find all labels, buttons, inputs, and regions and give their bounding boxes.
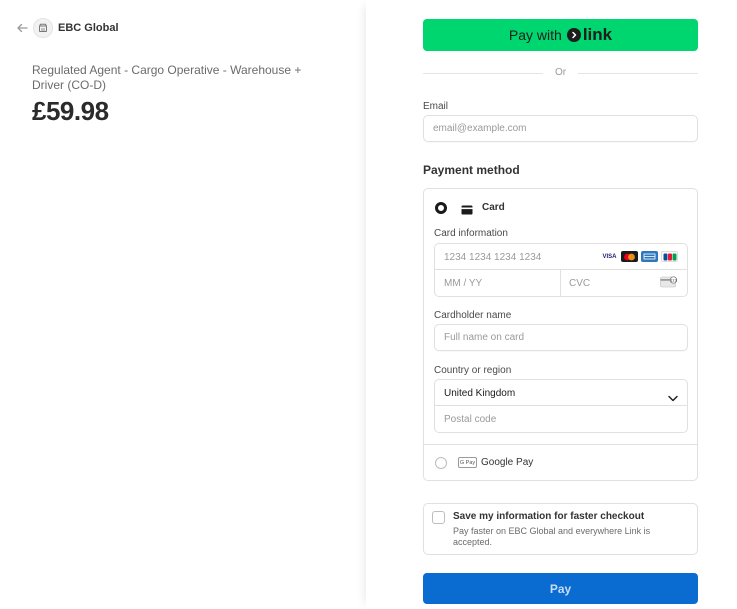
cardholder-label: Cardholder name (434, 310, 512, 321)
country-label: Country or region (434, 365, 512, 376)
google-pay-label[interactable]: Google Pay (481, 457, 533, 468)
card-option-label[interactable]: Card (482, 202, 505, 213)
save-info-title[interactable]: Save my information for faster checkout (453, 511, 644, 522)
country-select[interactable]: United Kingdom (435, 380, 687, 406)
expiry-cvc-divider (560, 270, 561, 296)
chevron-down-icon (668, 389, 678, 407)
amex-icon (641, 251, 658, 262)
save-info-box: Save my information for faster checkout … (423, 503, 698, 555)
save-info-description: Pay faster on EBC Global and everywhere … (453, 526, 651, 547)
google-pay-icon: G Pay (458, 457, 477, 468)
payment-form-pane: Pay with link Or Email email@example.com… (366, 0, 737, 609)
card-information-label: Card information (434, 228, 508, 239)
google-pay-radio[interactable] (435, 457, 447, 469)
pay-with-link-button[interactable]: Pay with link (423, 19, 698, 51)
country-postal-group: United Kingdom Postal code (434, 379, 688, 433)
divider-line-right (578, 73, 698, 74)
pay-button[interactable]: Pay (423, 573, 698, 604)
visa-icon: VISA (601, 251, 618, 262)
country-value: United Kingdom (444, 388, 516, 399)
order-summary-pane: EBC Global Regulated Agent - Cargo Opera… (0, 0, 366, 609)
merchant-name[interactable]: EBC Global (58, 22, 119, 34)
expiry-field[interactable]: MM / YY (444, 278, 482, 289)
or-divider: Or (423, 66, 698, 80)
link-chevron-icon (566, 28, 581, 42)
card-number-placeholder: 1234 1234 1234 1234 (444, 252, 542, 263)
email-field[interactable]: email@example.com (423, 115, 698, 142)
link-brand-text: link (582, 25, 613, 44)
merchant-logo-icon[interactable] (33, 18, 53, 38)
payment-method-title: Payment method (423, 163, 520, 177)
mastercard-icon (621, 251, 638, 262)
postal-code-field[interactable]: Postal code (444, 414, 496, 425)
link-logo: link (566, 25, 613, 45)
product-price: £59.98 (32, 96, 109, 126)
card-information-group: 1234 1234 1234 1234 VISA MM / YY CVC 123 (434, 243, 688, 297)
back-arrow-icon[interactable] (16, 22, 28, 37)
card-number-field[interactable]: 1234 1234 1234 1234 VISA (435, 244, 687, 270)
cvc-field[interactable]: CVC (569, 278, 590, 289)
email-label: Email (423, 101, 449, 112)
payment-method-box: Card Card information 1234 1234 1234 123… (423, 188, 698, 481)
cardholder-name-field[interactable]: Full name on card (434, 324, 688, 351)
cvc-card-icon: 123 (660, 275, 678, 293)
google-pay-divider (424, 444, 697, 445)
card-radio[interactable] (435, 202, 447, 214)
jcb-icon (661, 251, 678, 262)
save-info-checkbox[interactable] (432, 511, 445, 524)
product-name: Regulated Agent - Cargo Operative - Ware… (32, 63, 302, 92)
svg-text:123: 123 (670, 278, 677, 282)
pay-with-label: Pay with (508, 27, 562, 43)
credit-card-icon (461, 202, 473, 220)
